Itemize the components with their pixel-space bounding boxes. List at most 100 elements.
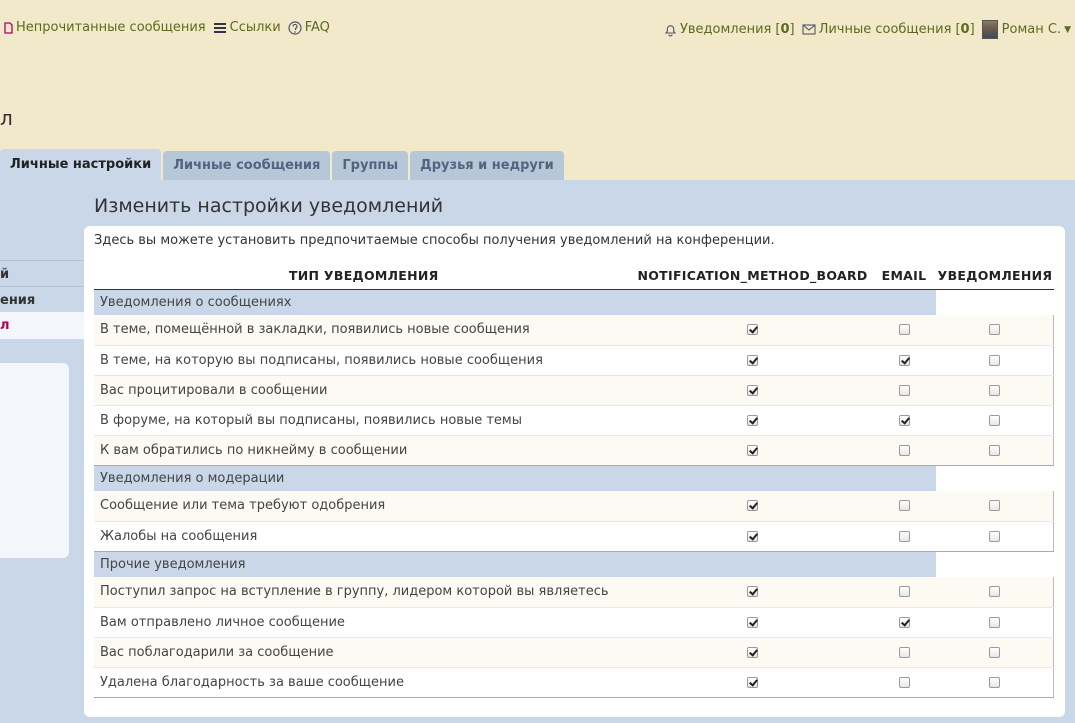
pm-label: Личные сообщения bbox=[818, 22, 952, 37]
notification-checkbox-cell bbox=[936, 577, 1055, 608]
board-checkbox-cell bbox=[633, 637, 872, 668]
email-checkbox[interactable] bbox=[898, 616, 910, 628]
tab-groups[interactable]: Группы bbox=[332, 151, 409, 180]
faq-link[interactable]: FAQ bbox=[288, 20, 330, 35]
notification-checkbox[interactable] bbox=[989, 354, 1001, 366]
notification-checkbox[interactable] bbox=[989, 500, 1001, 512]
email-checkbox-cell bbox=[871, 345, 937, 376]
board-checkbox-cell bbox=[633, 577, 872, 608]
tab-friends-foes[interactable]: Друзья и недруги bbox=[410, 151, 564, 180]
notification-checkbox-cell bbox=[936, 345, 1055, 376]
email-checkbox[interactable] bbox=[898, 676, 910, 688]
group-spacer bbox=[936, 551, 1054, 577]
notification-checkbox[interactable] bbox=[989, 384, 1001, 396]
email-checkbox-cell bbox=[871, 315, 937, 346]
main-panel: й ения л Изменить настройки уведомлений … bbox=[0, 180, 1075, 723]
links-link[interactable]: Ссылки bbox=[213, 20, 281, 35]
board-checkbox[interactable] bbox=[747, 444, 759, 456]
avatar bbox=[981, 20, 998, 39]
board-checkbox[interactable] bbox=[747, 354, 759, 366]
notification-checkbox[interactable] bbox=[989, 444, 1001, 456]
notification-checkbox-cell bbox=[936, 667, 1055, 698]
notification-type-name: Вас процитировали в сообщении bbox=[94, 375, 634, 406]
notification-checkbox-cell bbox=[936, 315, 1055, 346]
email-checkbox[interactable] bbox=[898, 646, 910, 658]
table-row: Жалобы на сообщения bbox=[94, 521, 1055, 552]
nav-right: Уведомления [0] Личные сообщения [0] Ром… bbox=[664, 20, 1071, 39]
board-checkbox-cell bbox=[633, 345, 872, 376]
sidebar-item-1[interactable]: й bbox=[0, 260, 84, 287]
notification-type-name: В теме, на которую вы подписаны, появили… bbox=[94, 345, 634, 376]
board-checkbox[interactable] bbox=[747, 616, 759, 628]
page-title: л bbox=[0, 106, 13, 130]
sidebar-item-2[interactable]: ения bbox=[0, 286, 84, 313]
email-checkbox[interactable] bbox=[898, 586, 910, 598]
email-checkbox-cell bbox=[871, 491, 937, 522]
col-header-board: NOTIFICATION_METHOD_BOARD bbox=[633, 263, 872, 290]
table-row: Вам отправлено личное сообщение bbox=[94, 607, 1055, 638]
unread-posts-link[interactable]: Непрочитанные сообщения bbox=[4, 20, 206, 35]
col-header-notifications: УВЕДОМЛЕНИЯ bbox=[936, 263, 1054, 290]
table-body: Уведомления о сообщениях В теме, помещённ… bbox=[94, 289, 1055, 698]
tab-bar: Личные настройки Личные сообщения Группы… bbox=[0, 149, 566, 180]
notification-checkbox[interactable] bbox=[989, 676, 1001, 688]
email-checkbox[interactable] bbox=[898, 324, 910, 336]
notification-checkbox[interactable] bbox=[989, 646, 1001, 658]
email-checkbox[interactable] bbox=[898, 384, 910, 396]
unread-posts-label: Непрочитанные сообщения bbox=[16, 20, 206, 35]
faq-label: FAQ bbox=[304, 20, 330, 35]
user-menu[interactable]: Роман С. ▼ bbox=[981, 20, 1071, 39]
notification-checkbox-cell bbox=[936, 607, 1055, 638]
document-icon bbox=[4, 21, 13, 34]
nav-left: Непрочитанные сообщения Ссылки FAQ bbox=[4, 20, 330, 35]
notification-type-name: В теме, помещённой в закладки, появились… bbox=[94, 315, 634, 346]
board-checkbox-cell bbox=[633, 521, 872, 552]
notification-type-name: Жалобы на сообщения bbox=[94, 521, 634, 552]
email-checkbox[interactable] bbox=[898, 444, 910, 456]
email-checkbox[interactable] bbox=[898, 414, 910, 426]
board-checkbox[interactable] bbox=[747, 530, 759, 542]
sidebar-item-active[interactable]: л bbox=[0, 312, 84, 339]
col-header-type: ТИП УВЕДОМЛЕНИЯ bbox=[94, 263, 634, 290]
pm-link[interactable]: Личные сообщения [0] bbox=[802, 22, 975, 37]
board-checkbox[interactable] bbox=[747, 414, 759, 426]
email-checkbox[interactable] bbox=[898, 530, 910, 542]
group-title: Уведомления о сообщениях bbox=[94, 289, 937, 315]
table-row: Вас поблагодарили за сообщение bbox=[94, 637, 1055, 668]
group-row: Уведомления о сообщениях bbox=[94, 289, 1054, 315]
board-checkbox[interactable] bbox=[747, 676, 759, 688]
notification-checkbox[interactable] bbox=[989, 586, 1001, 598]
board-checkbox[interactable] bbox=[747, 324, 759, 336]
board-checkbox[interactable] bbox=[747, 384, 759, 396]
notification-type-name: Поступил запрос на вступление в группу, … bbox=[94, 577, 634, 608]
notification-checkbox-cell bbox=[936, 435, 1055, 466]
email-checkbox-cell bbox=[871, 637, 937, 668]
notification-checkbox-cell bbox=[936, 521, 1055, 552]
links-label: Ссылки bbox=[229, 20, 281, 35]
tab-private-messages[interactable]: Личные сообщения bbox=[163, 151, 331, 180]
notification-checkbox-cell bbox=[936, 375, 1055, 406]
email-checkbox[interactable] bbox=[898, 500, 910, 512]
content-box: Здесь вы можете установить предпочитаемы… bbox=[84, 226, 1065, 717]
notifications-link[interactable]: Уведомления [0] bbox=[664, 22, 795, 37]
bell-icon bbox=[664, 23, 677, 37]
notification-checkbox[interactable] bbox=[989, 530, 1001, 542]
board-checkbox[interactable] bbox=[747, 500, 759, 512]
table-row: Удалена благодарность за ваше сообщение bbox=[94, 667, 1055, 698]
username: Роман С. bbox=[1001, 22, 1062, 37]
notification-checkbox[interactable] bbox=[989, 414, 1001, 426]
notification-checkbox[interactable] bbox=[989, 616, 1001, 628]
notification-checkbox-cell bbox=[936, 491, 1055, 522]
notification-checkbox[interactable] bbox=[989, 324, 1001, 336]
email-checkbox-cell bbox=[871, 375, 937, 406]
email-checkbox[interactable] bbox=[898, 354, 910, 366]
tab-personal-settings[interactable]: Личные настройки bbox=[0, 149, 162, 180]
group-spacer bbox=[936, 465, 1054, 491]
board-checkbox[interactable] bbox=[747, 646, 759, 658]
board-checkbox[interactable] bbox=[747, 586, 759, 598]
email-checkbox-cell bbox=[871, 521, 937, 552]
notification-type-name: Вас поблагодарили за сообщение bbox=[94, 637, 634, 668]
notification-type-name: Сообщение или тема требуют одобрения bbox=[94, 491, 634, 522]
notification-type-name: К вам обратились по никнейму в сообщении bbox=[94, 435, 634, 466]
description: Здесь вы можете установить предпочитаемы… bbox=[94, 233, 775, 248]
